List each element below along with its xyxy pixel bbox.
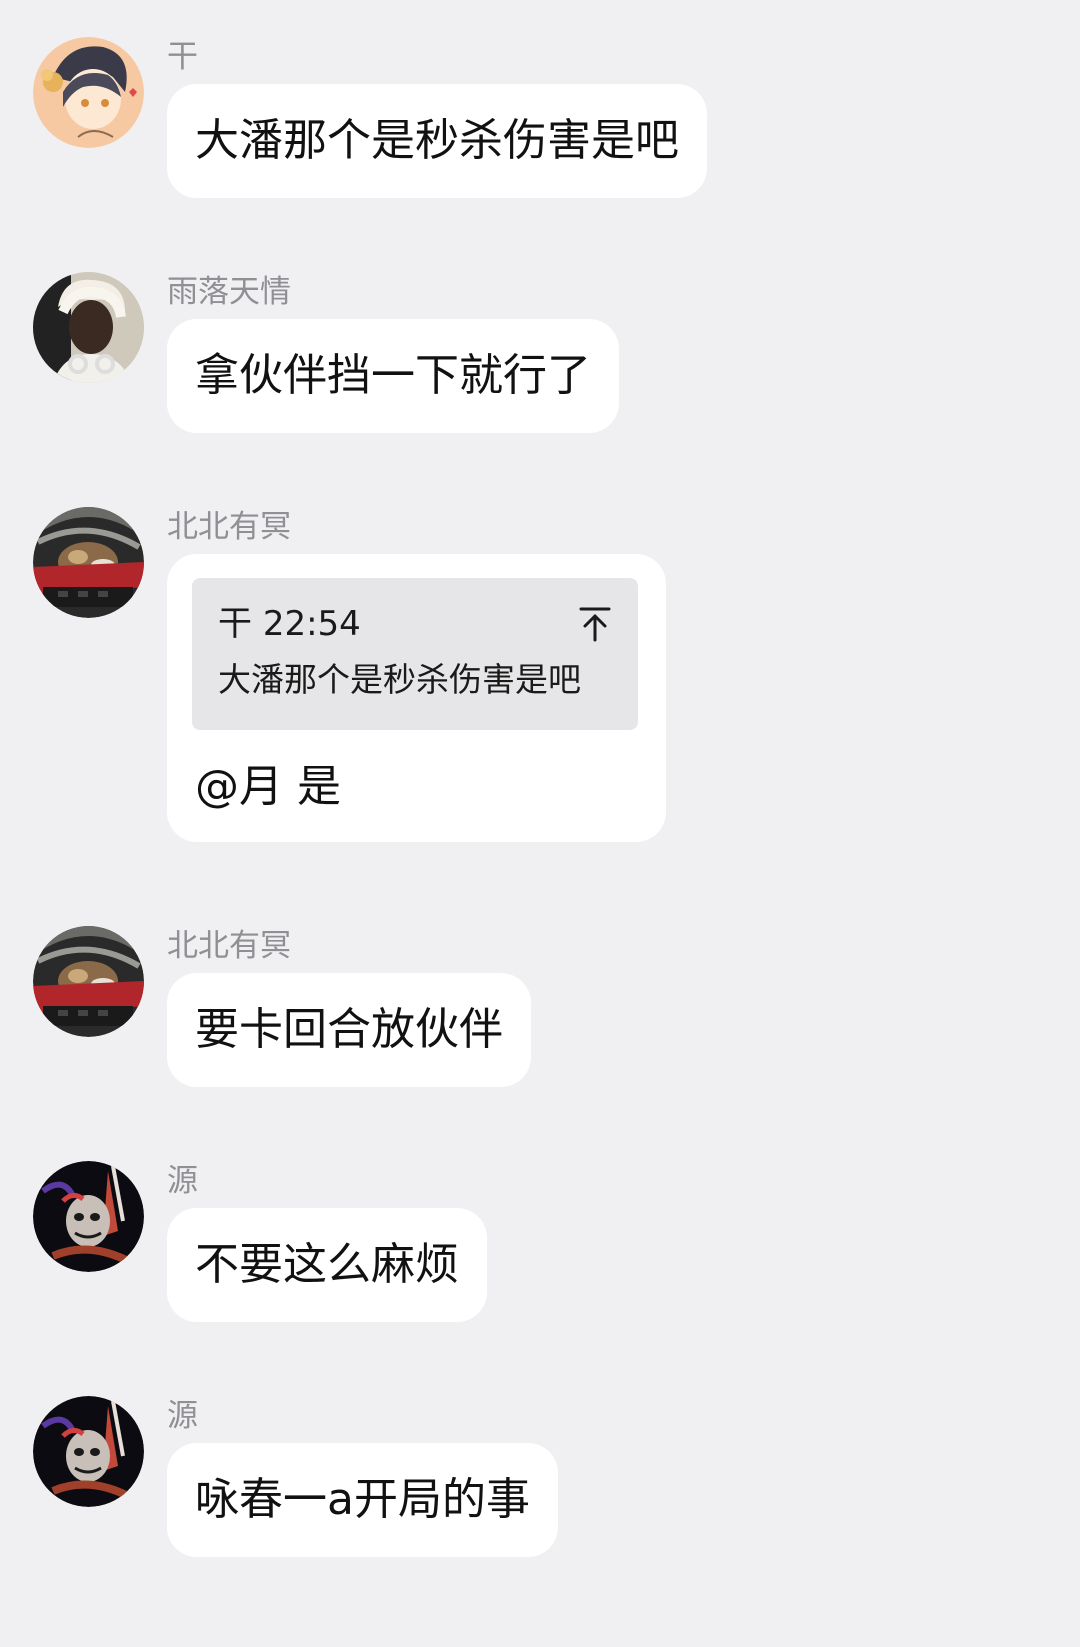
message-bubble[interactable]: 要卡回合放伙伴 xyxy=(167,973,531,1087)
message-bubble[interactable]: 不要这么麻烦 xyxy=(167,1208,487,1322)
quoted-time: 22:54 xyxy=(262,604,361,644)
sender-name[interactable]: 雨落天情 xyxy=(167,272,291,312)
quoted-message[interactable]: 干 22:54 大潘那个是秒杀伤害是吧 xyxy=(192,578,638,730)
message-bubble[interactable]: 拿伙伴挡一下就行了 xyxy=(167,319,619,433)
sender-name[interactable]: 源 xyxy=(167,1161,198,1201)
quoted-message-meta: 干 22:54 xyxy=(218,598,361,650)
sender-name[interactable]: 干 xyxy=(167,37,198,77)
message-bubble[interactable]: 咏春一a开局的事 xyxy=(167,1443,558,1557)
person-white-hair-avatar[interactable] xyxy=(33,272,144,383)
dark-art-avatar[interactable] xyxy=(33,1396,144,1507)
anime-girl-avatar[interactable] xyxy=(33,37,144,148)
quoted-text: 大潘那个是秒杀伤害是吧 xyxy=(218,660,581,699)
reply-message-bubble[interactable]: 干 22:54 大潘那个是秒杀伤害是吧 @月 是 xyxy=(167,554,666,842)
jump-to-top-icon[interactable] xyxy=(578,605,612,643)
reply-text: @月 是 xyxy=(195,761,341,812)
chat-message-list: 干 大潘那个是秒杀伤害是吧 雨落天情 拿伙伴挡一下就行了 北北有冥 干 22:5… xyxy=(0,0,1080,1647)
cat-avatar[interactable] xyxy=(33,926,144,1037)
cat-avatar[interactable] xyxy=(33,507,144,618)
message-bubble[interactable]: 大潘那个是秒杀伤害是吧 xyxy=(167,84,707,198)
sender-name[interactable]: 北北有冥 xyxy=(167,926,291,966)
sender-name[interactable]: 北北有冥 xyxy=(167,507,291,547)
dark-art-avatar[interactable] xyxy=(33,1161,144,1272)
sender-name[interactable]: 源 xyxy=(167,1396,198,1436)
quoted-sender: 干 xyxy=(218,604,252,644)
